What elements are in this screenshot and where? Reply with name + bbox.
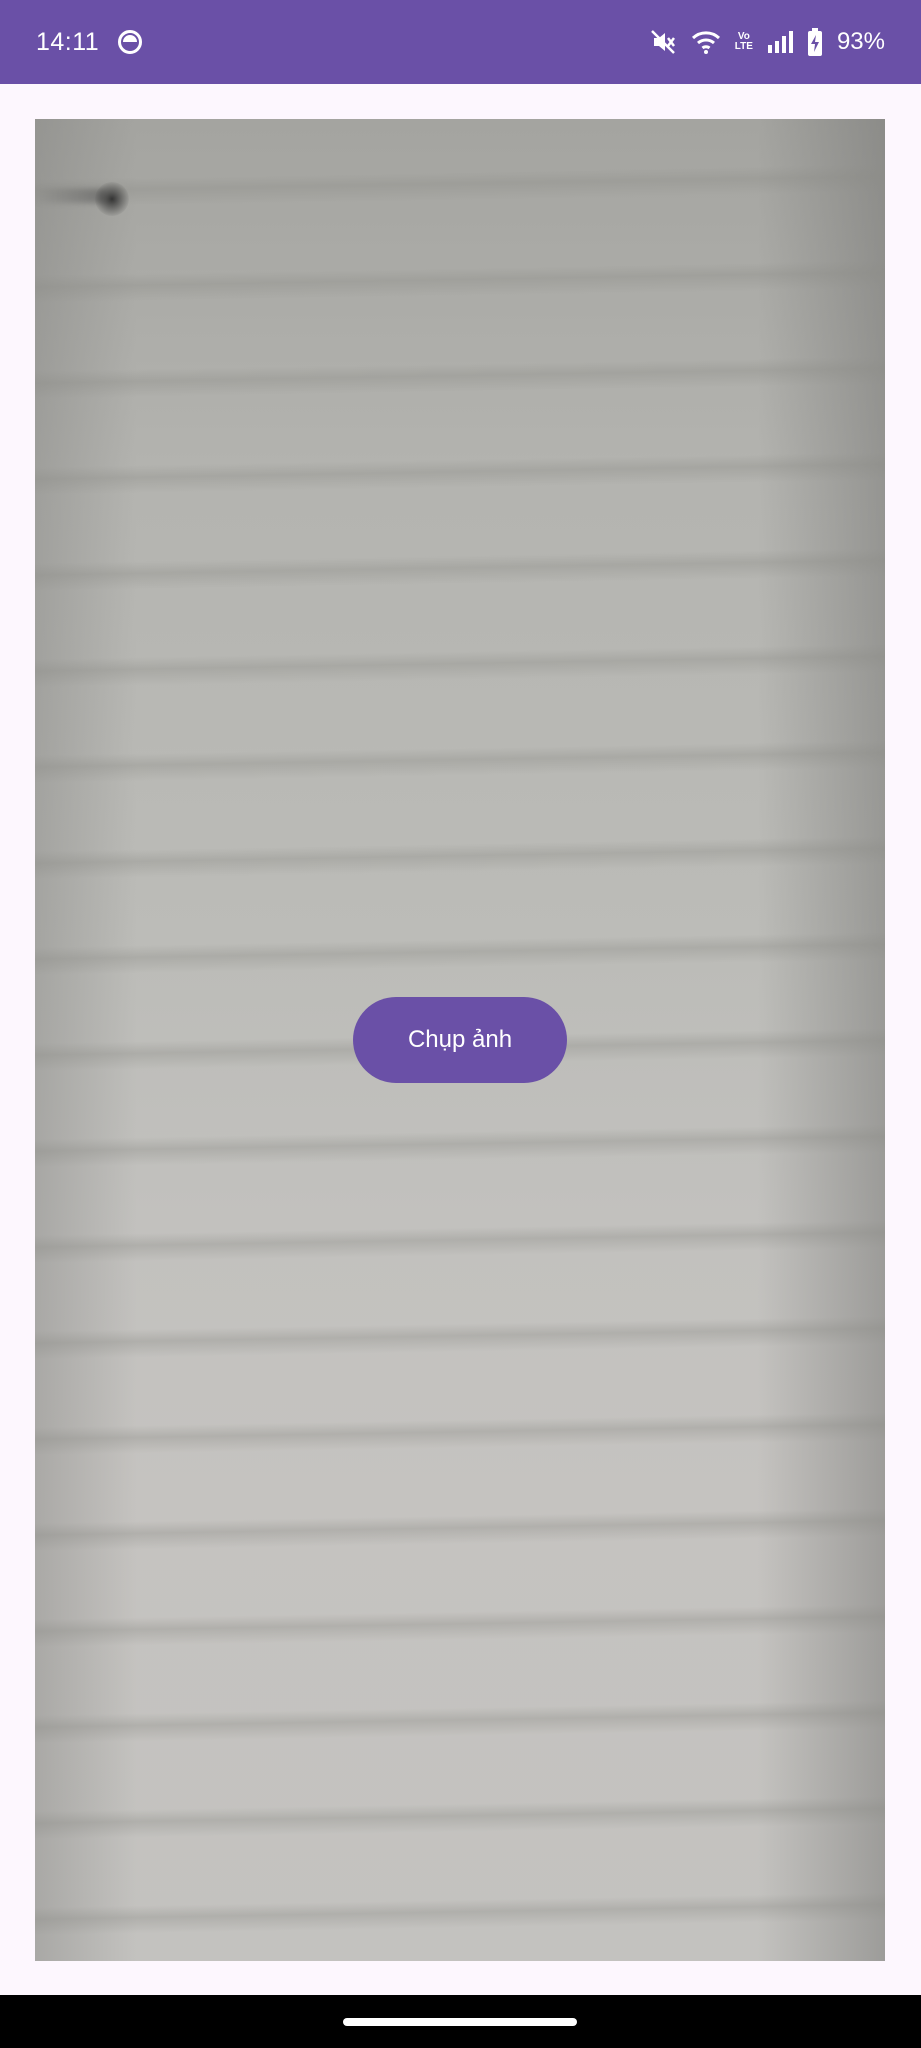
status-time: 14:11: [36, 27, 100, 56]
status-bar: 14:11 Vo LTE 93%: [0, 0, 921, 84]
volte-icon: Vo LTE: [735, 32, 753, 52]
battery-percent: 93%: [836, 28, 885, 55]
signal-icon: [767, 31, 793, 53]
mute-icon: [649, 28, 677, 56]
capture-photo-button[interactable]: Chụp ảnh: [353, 997, 567, 1083]
volte-bottom-label: LTE: [734, 41, 753, 52]
home-gesture-handle[interactable]: [343, 2018, 577, 2026]
battery-charging-icon: [807, 28, 823, 56]
sync-icon: [117, 29, 143, 55]
wifi-icon: [691, 29, 721, 55]
preview-blur-spot: [95, 182, 129, 216]
